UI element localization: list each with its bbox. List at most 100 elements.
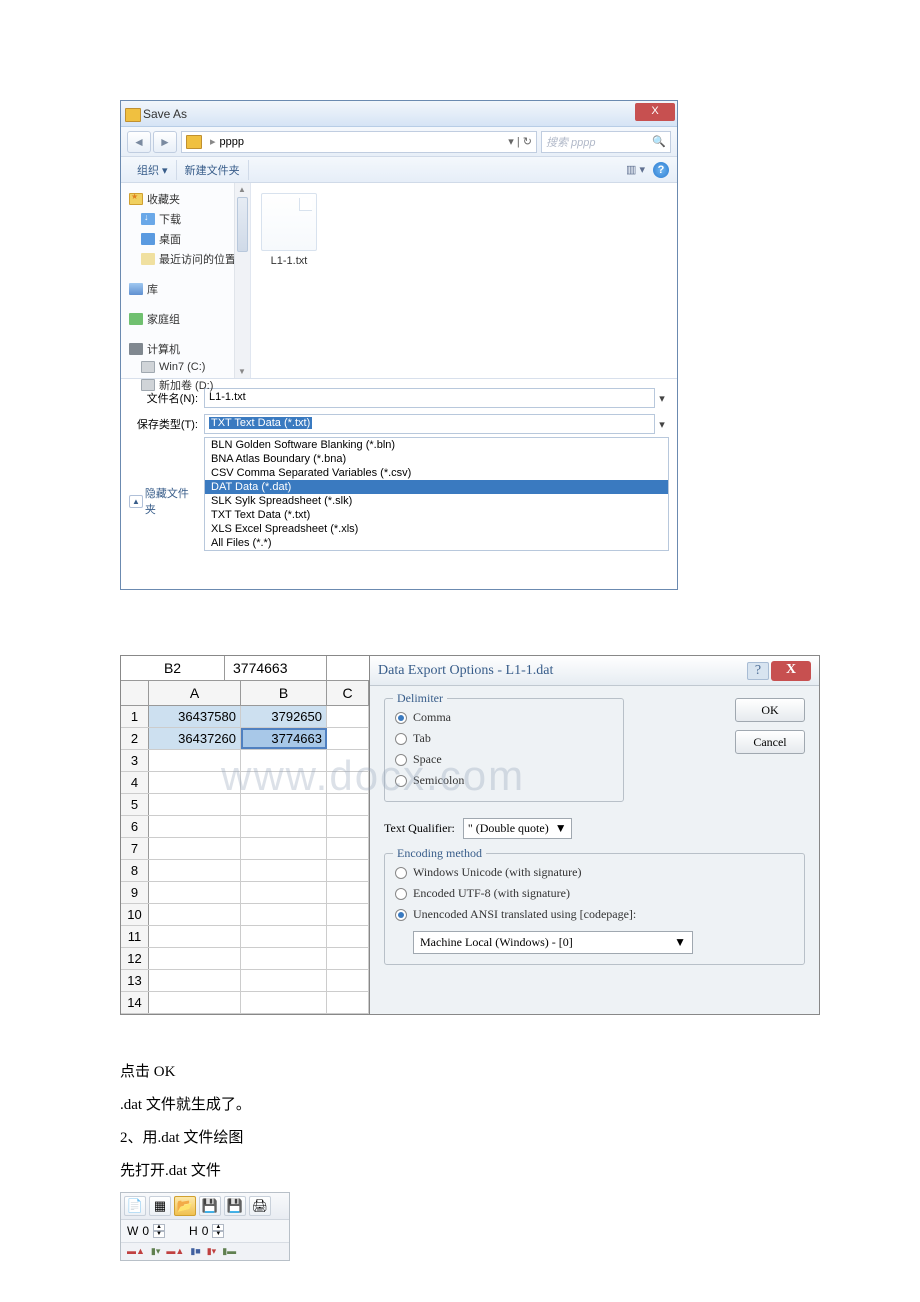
cell-B9[interactable] bbox=[241, 882, 327, 903]
cell-B8[interactable] bbox=[241, 860, 327, 881]
open-icon[interactable]: 📂 bbox=[174, 1196, 196, 1216]
tree-newvol[interactable]: 新加卷 (D:) bbox=[129, 375, 248, 395]
saveas-icon[interactable]: 💾 bbox=[224, 1196, 246, 1216]
cell-A6[interactable] bbox=[149, 816, 241, 837]
cell-C14[interactable] bbox=[327, 992, 369, 1013]
cell-A4[interactable] bbox=[149, 772, 241, 793]
codepage-select[interactable]: Machine Local (Windows) - [0]▼ bbox=[413, 931, 693, 954]
type-opt-slk[interactable]: SLK Sylk Spreadsheet (*.slk) bbox=[205, 494, 668, 508]
type-input[interactable]: TXT Text Data (*.txt) bbox=[204, 414, 655, 434]
cell-B10[interactable] bbox=[241, 904, 327, 925]
cell-A7[interactable] bbox=[149, 838, 241, 859]
cell-C5[interactable] bbox=[327, 794, 369, 815]
ok-button[interactable]: OK bbox=[735, 698, 805, 722]
tree-desktop[interactable]: 桌面 bbox=[129, 229, 248, 249]
type-opt-bln[interactable]: BLN Golden Software Blanking (*.bln) bbox=[205, 438, 668, 452]
tree-downloads[interactable]: 下载 bbox=[129, 209, 248, 229]
cell-C7[interactable] bbox=[327, 838, 369, 859]
filename-dropdown[interactable]: ▾ bbox=[655, 392, 669, 405]
cell-B6[interactable] bbox=[241, 816, 327, 837]
cell-C13[interactable] bbox=[327, 970, 369, 991]
tree-homegroup[interactable]: 家庭组 bbox=[129, 309, 248, 329]
W-spinner[interactable]: ▲▼ bbox=[153, 1224, 165, 1238]
select-all[interactable] bbox=[121, 681, 149, 705]
glyph-1[interactable]: ▬▲ bbox=[127, 1246, 145, 1257]
organize-button[interactable]: 组织 ▾ bbox=[129, 160, 177, 180]
radio-semicolon[interactable]: Semicolon bbox=[395, 770, 613, 791]
cell-B1[interactable]: 3792650 bbox=[241, 706, 327, 727]
col-A[interactable]: A bbox=[149, 681, 241, 705]
cell-A8[interactable] bbox=[149, 860, 241, 881]
cell-B2[interactable]: 3774663 bbox=[241, 728, 327, 749]
radio-comma[interactable]: Comma bbox=[395, 707, 613, 728]
cell-C11[interactable] bbox=[327, 926, 369, 947]
tree-scrollbar[interactable] bbox=[234, 183, 250, 378]
export-close-button[interactable]: X bbox=[771, 661, 811, 681]
tq-select[interactable]: " (Double quote)▼ bbox=[463, 818, 572, 839]
filename-input[interactable]: L1-1.txt bbox=[204, 388, 655, 408]
newfolder-button[interactable]: 新建文件夹 bbox=[177, 160, 249, 180]
radio-ansi[interactable]: Unencoded ANSI translated using [codepag… bbox=[395, 904, 794, 925]
row-header-14[interactable]: 14 bbox=[121, 992, 149, 1013]
row-header-8[interactable]: 8 bbox=[121, 860, 149, 881]
cell-A1[interactable]: 36437580 bbox=[149, 706, 241, 727]
cell-B3[interactable] bbox=[241, 750, 327, 771]
cell-C2[interactable] bbox=[327, 728, 369, 749]
cell-A3[interactable] bbox=[149, 750, 241, 771]
row-header-2[interactable]: 2 bbox=[121, 728, 149, 749]
cell-B4[interactable] bbox=[241, 772, 327, 793]
breadcrumb[interactable]: ▸ pppp ▾ | ↻ bbox=[181, 131, 537, 153]
cell-A14[interactable] bbox=[149, 992, 241, 1013]
row-header-13[interactable]: 13 bbox=[121, 970, 149, 991]
col-B[interactable]: B bbox=[241, 681, 327, 705]
glyph-2[interactable]: ▮▾ bbox=[151, 1246, 160, 1257]
cell-A11[interactable] bbox=[149, 926, 241, 947]
H-spinner[interactable]: ▲▼ bbox=[212, 1224, 224, 1238]
cell-C1[interactable] bbox=[327, 706, 369, 727]
grid-icon[interactable]: ▦ bbox=[149, 1196, 171, 1216]
tree-recent[interactable]: 最近访问的位置 bbox=[129, 249, 248, 269]
radio-space[interactable]: Space bbox=[395, 749, 613, 770]
glyph-6[interactable]: ▮▬ bbox=[222, 1246, 236, 1257]
tree-libraries[interactable]: 库 bbox=[129, 279, 248, 299]
tree-favorites[interactable]: 收藏夹 bbox=[129, 189, 248, 209]
nav-back-button[interactable]: ◄ bbox=[127, 131, 151, 153]
tree-computer[interactable]: 计算机 bbox=[129, 339, 248, 359]
tree-win7[interactable]: Win7 (C:) bbox=[129, 359, 248, 375]
close-button[interactable]: X bbox=[635, 103, 675, 121]
row-header-12[interactable]: 12 bbox=[121, 948, 149, 969]
cell-A2[interactable]: 36437260 bbox=[149, 728, 241, 749]
cell-A13[interactable] bbox=[149, 970, 241, 991]
type-opt-dat[interactable]: DAT Data (*.dat) bbox=[205, 480, 668, 494]
cell-C12[interactable] bbox=[327, 948, 369, 969]
row-header-9[interactable]: 9 bbox=[121, 882, 149, 903]
nav-fwd-button[interactable]: ► bbox=[153, 131, 177, 153]
cell-ref[interactable]: B2 bbox=[121, 656, 225, 680]
row-header-10[interactable]: 10 bbox=[121, 904, 149, 925]
cell-C3[interactable] bbox=[327, 750, 369, 771]
type-opt-csv[interactable]: CSV Comma Separated Variables (*.csv) bbox=[205, 466, 668, 480]
cell-C10[interactable] bbox=[327, 904, 369, 925]
row-header-5[interactable]: 5 bbox=[121, 794, 149, 815]
save-icon[interactable]: 💾 bbox=[199, 1196, 221, 1216]
cell-B12[interactable] bbox=[241, 948, 327, 969]
cancel-button[interactable]: Cancel bbox=[735, 730, 805, 754]
type-dropdown[interactable]: ▾ bbox=[655, 418, 669, 431]
radio-unicode[interactable]: Windows Unicode (with signature) bbox=[395, 862, 794, 883]
cell-B7[interactable] bbox=[241, 838, 327, 859]
hide-folders-button[interactable]: 隐藏文件夹 bbox=[129, 485, 199, 517]
row-header-3[interactable]: 3 bbox=[121, 750, 149, 771]
view-button[interactable]: ▥ ▾ bbox=[626, 163, 645, 176]
row-header-4[interactable]: 4 bbox=[121, 772, 149, 793]
help-button[interactable]: ? bbox=[747, 662, 769, 680]
row-header-11[interactable]: 11 bbox=[121, 926, 149, 947]
cell-C8[interactable] bbox=[327, 860, 369, 881]
formula-bar[interactable]: 3774663 bbox=[225, 656, 327, 680]
row-header-7[interactable]: 7 bbox=[121, 838, 149, 859]
cell-C4[interactable] bbox=[327, 772, 369, 793]
row-header-1[interactable]: 1 bbox=[121, 706, 149, 727]
cell-A9[interactable] bbox=[149, 882, 241, 903]
cell-A5[interactable] bbox=[149, 794, 241, 815]
cell-A10[interactable] bbox=[149, 904, 241, 925]
help-icon[interactable]: ? bbox=[653, 162, 669, 178]
